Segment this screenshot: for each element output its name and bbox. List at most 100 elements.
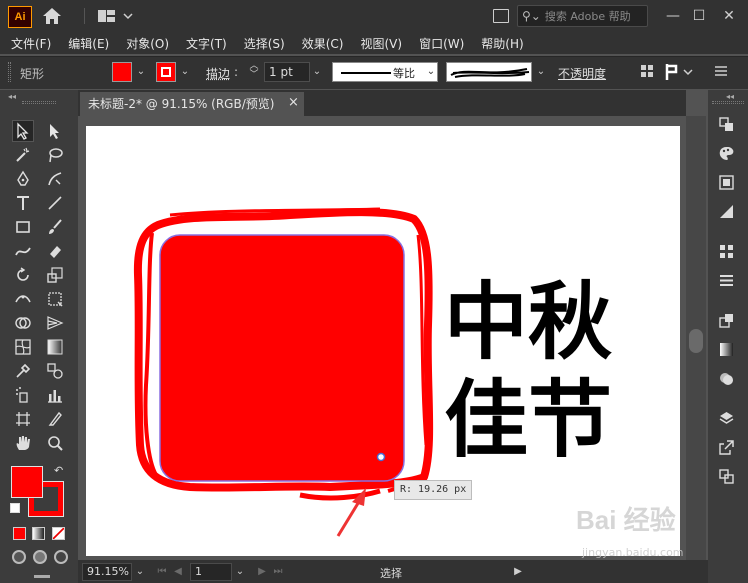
status-menu-arrow-icon[interactable]: ▶ xyxy=(512,563,524,580)
minimize-icon[interactable]: — xyxy=(664,8,682,24)
shape-builder-tool-icon[interactable] xyxy=(12,312,34,334)
last-artboard-icon[interactable]: ⏭ xyxy=(272,563,284,580)
none-mode-icon[interactable] xyxy=(52,527,65,540)
swatches-panel-icon[interactable] xyxy=(714,170,738,194)
gradient-swatch-icon[interactable] xyxy=(714,337,738,361)
gradient-tool-icon[interactable] xyxy=(44,336,66,358)
symbol-sprayer-tool-icon[interactable] xyxy=(12,384,34,406)
draw-behind-icon[interactable] xyxy=(33,550,47,564)
menu-object[interactable]: 对象(O) xyxy=(117,35,177,52)
home-icon[interactable] xyxy=(42,7,62,25)
perspective-grid-tool-icon[interactable] xyxy=(44,312,66,334)
stroke-label[interactable]: 描边 xyxy=(206,65,230,82)
menu-select[interactable]: 选择(S) xyxy=(235,35,293,52)
menu-effect[interactable]: 效果(C) xyxy=(293,35,352,52)
next-artboard-icon[interactable]: ▶ xyxy=(256,563,268,580)
close-icon[interactable]: ✕ xyxy=(720,8,738,24)
appearance-panel-icon[interactable] xyxy=(714,366,738,390)
stroke-swatch[interactable] xyxy=(156,62,176,82)
stroke-panel-icon[interactable] xyxy=(714,268,738,292)
menu-edit[interactable]: 编辑(E) xyxy=(59,35,117,52)
eraser-tool-icon[interactable] xyxy=(44,240,66,262)
rectangle-tool-icon[interactable] xyxy=(12,216,34,238)
headline-line-1[interactable]: 中秋 xyxy=(444,274,612,370)
scale-tool-icon[interactable] xyxy=(44,264,66,286)
direct-selection-tool-icon[interactable] xyxy=(44,120,66,142)
stamp-artwork[interactable] xyxy=(130,205,440,510)
collapse-panel-icon[interactable]: ◂◂ xyxy=(8,92,16,101)
color-mode-icon[interactable] xyxy=(13,527,26,540)
curvature-tool-icon[interactable] xyxy=(44,168,66,190)
selection-tool-icon[interactable] xyxy=(12,120,34,142)
brush-definition[interactable] xyxy=(446,62,532,82)
transform-icon[interactable] xyxy=(664,62,694,82)
menu-file[interactable]: 文件(F) xyxy=(2,35,59,52)
fill-swatch[interactable] xyxy=(112,62,132,82)
artboards-panel-icon[interactable] xyxy=(714,464,738,488)
default-fill-stroke-icon[interactable] xyxy=(10,503,20,513)
artboard-tool-icon[interactable] xyxy=(12,408,34,430)
pen-tool-icon[interactable] xyxy=(12,168,34,190)
artboard-number-field[interactable]: 1 xyxy=(190,563,232,581)
gradient-mode-icon[interactable] xyxy=(32,527,45,540)
properties-panel-icon[interactable] xyxy=(714,112,738,136)
zoom-tool-icon[interactable] xyxy=(44,432,66,454)
menu-window[interactable]: 窗口(W) xyxy=(410,35,472,52)
type-tool-icon[interactable] xyxy=(12,192,34,214)
expand-panels-icon[interactable]: ◂◂ xyxy=(726,92,734,101)
layers-panel-icon[interactable] xyxy=(714,406,738,430)
panel-grip[interactable] xyxy=(8,62,11,82)
lasso-tool-icon[interactable] xyxy=(44,144,66,166)
workspace-icon[interactable] xyxy=(96,8,134,24)
vertical-scrollbar-thumb[interactable] xyxy=(689,329,703,353)
color-panel-icon[interactable] xyxy=(714,141,738,165)
artboard-chevron-icon[interactable]: ⌄ xyxy=(234,563,246,580)
zoom-chevron-icon[interactable]: ⌄ xyxy=(134,563,146,580)
stroke-weight-chevron-icon[interactable]: ⌄ xyxy=(310,62,324,82)
control-panel-menu-icon[interactable] xyxy=(714,64,728,78)
magic-wand-tool-icon[interactable] xyxy=(12,144,34,166)
draw-normal-icon[interactable] xyxy=(12,550,26,564)
document-tab[interactable]: 未标题-2* @ 91.15% (RGB/预览) xyxy=(80,92,304,116)
menu-type[interactable]: 文字(T) xyxy=(177,35,235,52)
search-input[interactable]: ⚲⌄ 搜索 Adobe 帮助 xyxy=(517,5,648,27)
paintbrush-tool-icon[interactable] xyxy=(44,216,66,238)
stroke-stepper[interactable]: ︿ ﹀ xyxy=(248,62,260,82)
right-panel-grip[interactable] xyxy=(712,101,744,104)
menu-view[interactable]: 视图(V) xyxy=(351,35,410,52)
draw-inside-icon[interactable] xyxy=(54,550,68,564)
width-tool-icon[interactable] xyxy=(12,288,34,310)
stroke-weight-field[interactable]: 1 pt xyxy=(264,62,310,82)
brush-chevron-icon[interactable]: ⌄ xyxy=(534,62,548,82)
headline-line-2[interactable]: 佳节 xyxy=(444,372,612,468)
tools-panel-grip[interactable] xyxy=(22,101,56,104)
zoom-field[interactable]: 91.15% xyxy=(82,563,132,581)
swap-fill-stroke-icon[interactable]: ↶ xyxy=(54,464,63,477)
fill-color-box-front[interactable] xyxy=(11,466,43,498)
export-panel-icon[interactable] xyxy=(714,435,738,459)
free-transform-tool-icon[interactable] xyxy=(44,288,66,310)
previous-artboard-icon[interactable]: ◀ xyxy=(172,563,184,580)
blend-tool-icon[interactable] xyxy=(44,360,66,382)
variable-width-profile[interactable]: 等比 xyxy=(332,62,438,82)
column-graph-tool-icon[interactable] xyxy=(44,384,66,406)
change-screen-mode-icon[interactable] xyxy=(34,575,50,578)
hand-tool-icon[interactable] xyxy=(12,432,34,454)
menu-help[interactable]: 帮助(H) xyxy=(472,35,531,52)
symbols-panel-icon[interactable] xyxy=(714,239,738,263)
slice-tool-icon[interactable] xyxy=(44,408,66,430)
rotate-tool-icon[interactable] xyxy=(12,264,34,286)
eyedropper-tool-icon[interactable] xyxy=(12,360,34,382)
first-artboard-icon[interactable]: ⏮ xyxy=(156,563,168,580)
line-segment-tool-icon[interactable] xyxy=(44,192,66,214)
transform-panel-icon[interactable] xyxy=(714,308,738,332)
mesh-tool-icon[interactable] xyxy=(12,336,34,358)
arrange-documents-icon[interactable] xyxy=(493,9,509,23)
shaper-tool-icon[interactable] xyxy=(12,240,34,262)
opacity-label[interactable]: 不透明度 xyxy=(558,65,606,82)
profile-chevron-icon[interactable]: ⌄ xyxy=(424,62,438,82)
gradient-panel-icon[interactable] xyxy=(714,199,738,223)
maximize-icon[interactable]: ☐ xyxy=(690,8,708,24)
close-tab-icon[interactable]: × xyxy=(288,95,299,110)
fill-dropdown-chevron-icon[interactable]: ⌄ xyxy=(134,62,148,82)
